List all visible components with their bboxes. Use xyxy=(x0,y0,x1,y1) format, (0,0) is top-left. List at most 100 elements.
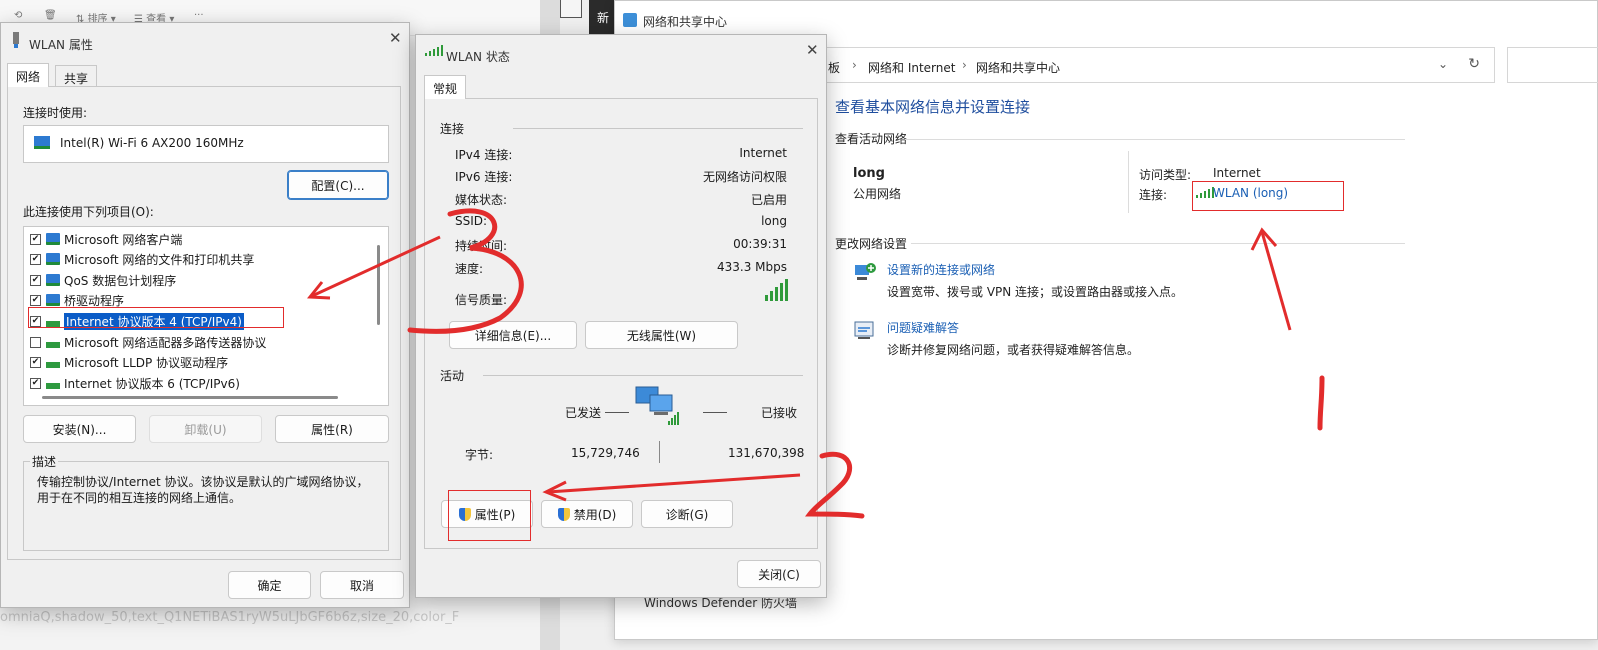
connection-label: 连接: xyxy=(1139,188,1168,202)
tab-network[interactable]: 网络 xyxy=(7,63,50,87)
chevron-right-icon: › xyxy=(852,58,857,72)
access-type-label: 访问类型: xyxy=(1139,168,1192,182)
close-icon[interactable]: ✕ xyxy=(389,29,402,47)
network-service-icon xyxy=(46,294,60,306)
annotation-box-wlan-link xyxy=(1192,181,1344,211)
uninstall-button[interactable]: 卸载(U) xyxy=(149,415,262,443)
close-button[interactable]: 关闭(C) xyxy=(737,560,821,588)
ipv6-label: IPv6 连接: xyxy=(455,170,513,184)
undo-icon[interactable]: ⟲ xyxy=(14,10,22,21)
checkbox[interactable] xyxy=(30,336,41,348)
tab-sharing[interactable]: 共享 xyxy=(55,65,98,87)
divider xyxy=(659,441,660,463)
ssid-label: SSID: xyxy=(455,214,488,228)
adapter-icon xyxy=(11,32,21,48)
duration-label: 持续时间: xyxy=(455,239,508,253)
shield-icon xyxy=(557,507,570,521)
close-icon[interactable]: ✕ xyxy=(806,41,819,59)
checkbox[interactable]: ✔ xyxy=(30,356,41,368)
install-button[interactable]: 安装(N)... xyxy=(23,415,136,443)
delete-icon[interactable]: 🗑 xyxy=(44,10,57,21)
received-line xyxy=(703,412,727,413)
received-label: 已接收 xyxy=(761,406,798,420)
tab-general[interactable]: 常规 xyxy=(424,75,467,99)
checkbox[interactable]: ✔ xyxy=(30,274,41,286)
ipv4-value: Internet xyxy=(739,146,787,160)
general-tab-panel: 连接 IPv4 连接: Internet IPv6 连接: 无网络访问权限 媒体… xyxy=(424,98,818,549)
sent-line xyxy=(605,412,629,413)
speed-label: 速度: xyxy=(455,262,484,276)
list-item[interactable]: ✔ Microsoft 网络的文件和打印机共享 xyxy=(30,249,254,269)
ssid-value: long xyxy=(761,214,787,228)
list-item[interactable]: ✔ Microsoft 网络客户端 xyxy=(30,229,182,249)
list-item-label: Microsoft 网络适配器多路传送器协议 xyxy=(64,335,267,350)
disable-button[interactable]: 禁用(D) xyxy=(541,500,633,528)
troubleshoot-link[interactable]: 问题疑难解答 xyxy=(887,319,959,336)
list-item-label: 桥驱动程序 xyxy=(64,293,125,308)
network-center-icon xyxy=(623,13,637,27)
dialog-title: WLAN 状态 xyxy=(446,50,510,64)
troubleshoot-description: 诊断并修复网络问题，或者获得疑难解答信息。 xyxy=(887,343,1140,357)
wireless-properties-button[interactable]: 无线属性(W) xyxy=(585,321,738,349)
cancel-button[interactable]: 取消 xyxy=(320,571,404,599)
dialog-title: WLAN 属性 xyxy=(29,38,93,52)
setup-connection-link[interactable]: 设置新的连接或网络 xyxy=(887,261,995,278)
search-input[interactable] xyxy=(1507,47,1598,83)
items-label: 此连接使用下列项目(O): xyxy=(23,205,154,219)
window-icon xyxy=(560,0,582,18)
item-properties-button[interactable]: 属性(R) xyxy=(275,415,389,443)
protocol-icon xyxy=(46,356,60,368)
chevron-right-icon: › xyxy=(962,58,967,72)
ok-button[interactable]: 确定 xyxy=(228,571,311,599)
breadcrumb-sharing-center[interactable]: 网络和共享中心 xyxy=(976,59,1060,76)
bytes-sent: 15,729,746 xyxy=(571,446,640,460)
list-item[interactable]: ✔ Microsoft LLDP 协议驱动程序 xyxy=(30,352,228,372)
disable-button-label: 禁用(D) xyxy=(573,507,617,522)
description-label: 描述 xyxy=(30,453,59,470)
refresh-icon[interactable]: ↻ xyxy=(1468,56,1480,72)
active-networks-heading: 查看活动网络 xyxy=(835,132,908,146)
bytes-received: 131,670,398 xyxy=(728,446,805,460)
horizontal-scrollbar[interactable] xyxy=(42,396,338,399)
list-item[interactable]: Microsoft 网络适配器多路传送器协议 xyxy=(30,332,266,352)
computers-activity-icon xyxy=(634,385,682,432)
description-group: 描述 传输控制协议/Internet 协议。该协议是默认的广域网络协议，用于在不… xyxy=(23,453,389,551)
divider xyxy=(1128,151,1129,213)
diagnose-button[interactable]: 诊断(G) xyxy=(641,500,733,528)
ipv6-value: 无网络访问权限 xyxy=(702,170,787,184)
checkbox[interactable]: ✔ xyxy=(30,233,41,245)
divider xyxy=(483,375,803,376)
watermark-text: omniaQ,shadow_50,text_Q1NETiBAS1ryW5uLJb… xyxy=(0,610,460,625)
breadcrumb-network-internet[interactable]: 网络和 Internet xyxy=(868,59,955,76)
checkbox[interactable]: ✔ xyxy=(30,253,41,265)
list-item-label: Microsoft 网络的文件和打印机共享 xyxy=(64,252,255,267)
list-item[interactable]: ✔ Internet 协议版本 6 (TCP/IPv6) xyxy=(30,373,240,393)
chevron-down-icon[interactable]: ⌄ xyxy=(1438,57,1448,71)
setup-connection-description: 设置宽带、拨号或 VPN 连接；或设置路由器或接入点。 xyxy=(887,285,1184,299)
wifi-signal-icon xyxy=(425,45,443,56)
network-client-icon xyxy=(46,253,60,265)
media-state-label: 媒体状态: xyxy=(455,193,508,207)
troubleshoot-icon xyxy=(853,319,877,341)
annotation-box-ipv4 xyxy=(28,307,284,328)
list-item-label: Internet 协议版本 6 (TCP/IPv6) xyxy=(64,376,240,391)
list-item-label: Microsoft LLDP 协议驱动程序 xyxy=(64,355,229,370)
address-bar[interactable]: 板 › 网络和 Internet › 网络和共享中心 ⌄ ↻ xyxy=(815,47,1495,83)
bytes-label: 字节: xyxy=(465,448,494,462)
checkbox[interactable]: ✔ xyxy=(30,294,41,306)
network-service-icon xyxy=(46,274,60,286)
signal-quality-label: 信号质量: xyxy=(455,293,508,307)
details-button[interactable]: 详细信息(E)... xyxy=(449,321,577,349)
vertical-scrollbar[interactable] xyxy=(377,245,380,325)
checkbox[interactable]: ✔ xyxy=(30,377,41,389)
speed-value: 433.3 Mbps xyxy=(716,260,787,274)
protocol-icon xyxy=(46,377,60,389)
network-adapter-icon xyxy=(34,136,50,149)
list-item[interactable]: ✔ QoS 数据包计划程序 xyxy=(30,270,176,290)
list-item-label: Microsoft 网络客户端 xyxy=(64,232,183,247)
breadcrumb-control-panel[interactable]: 板 xyxy=(828,59,840,76)
more-menu[interactable]: ··· xyxy=(194,10,204,21)
connection-group-label: 连接 xyxy=(440,122,465,136)
configure-button[interactable]: 配置(C)... xyxy=(287,170,389,200)
sent-label: 已发送 xyxy=(565,406,602,420)
